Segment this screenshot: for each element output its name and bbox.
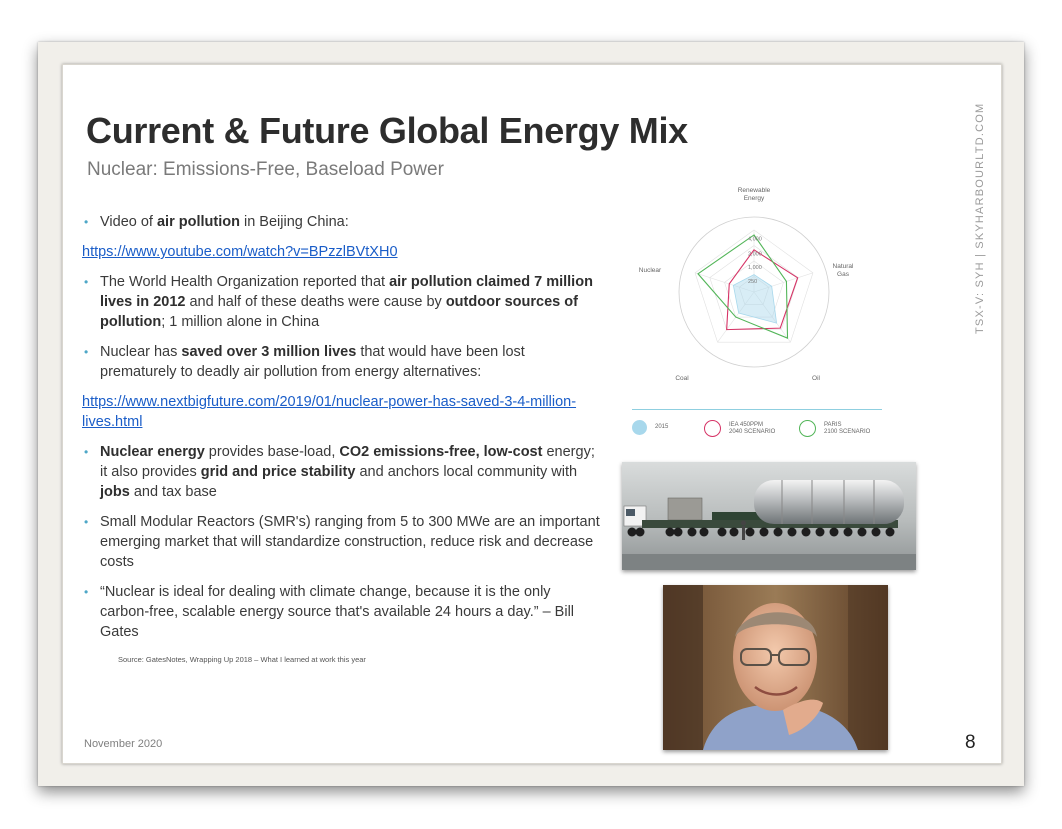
radar-axis-label: Renewable [738,187,771,194]
truck-wheel [871,527,881,537]
chart-legend: 2015 IEA 450PPM 2040 SCENARIO PARIS 2100 SCE… [632,409,882,446]
truck-wheel [665,527,675,537]
bullet-dot-icon: • [84,215,89,229]
truck-wheel [843,527,853,537]
nextbigfuture-link[interactable]: https://www.nextbigfuture.com/2019/01/nu… [82,392,602,432]
slide: Current & Future Global Energy Mix Nucle… [62,64,1002,764]
legend-label: PARIS 2100 SCENARIO [824,421,871,435]
legend-swatch-icon [704,420,721,437]
bullet-dot-icon: • [84,445,89,459]
truck-wheel [829,527,839,537]
radar-ring-label: 2,000 [748,252,762,258]
truck-wheel [773,527,783,537]
bullet-dot-icon: • [84,275,89,289]
bullet-lives-saved: • Nuclear has saved over 3 million lives… [84,344,525,380]
body-content: • Video of air pollution in Beijing Chin… [82,212,602,670]
truck-wheel [815,527,825,537]
picture-frame: Current & Future Global Energy Mix Nucle… [38,42,1024,786]
smr-transport-truck-image [622,462,916,570]
legend-item: IEA 450PPM 2040 SCENARIO [704,420,775,437]
bullet-gates-quote: • “Nuclear is ideal for dealing with cli… [84,584,575,640]
legend-label: IEA 450PPM 2040 SCENARIO [729,421,776,435]
bill-gates-photo [663,585,888,750]
radar-axis-label: Energy [744,195,765,202]
slide-title: Current & Future Global Energy Mix [86,110,688,151]
radar-axis-label: Gas [837,271,850,278]
truck-wheel [699,527,709,537]
truck-wheel [627,527,637,537]
slide-subtitle: Nuclear: Emissions-Free, Baseload Power [87,159,444,180]
truck-wheel [635,527,645,537]
side-ticker-text: TSX-V: SYH | SKYHARBOURLTD.COM [974,102,986,334]
legend-swatch-icon [632,420,647,435]
truck-wheel [729,527,739,537]
slide-date: November 2020 [84,738,163,750]
page-number: 8 [965,732,976,753]
bullet-dot-icon: • [84,515,89,529]
radar-ring-label: 1,000 [748,265,762,271]
truck-wheel [885,527,895,537]
truck-wheel [717,527,727,537]
truck-wheel [857,527,867,537]
radar-ring-label: 250 [748,279,757,285]
radar-ring-label: 4,000 [748,237,762,243]
legend-label: 2015 [655,424,669,430]
truck-wheel [687,527,697,537]
legend-item: 2015 [632,420,668,435]
bullet-dot-icon: • [84,345,89,359]
radar-axis-label: Nuclear [639,267,662,274]
truck-wheel [673,527,683,537]
radar-axis-label: Coal [675,375,689,382]
legend-item: PARIS 2100 SCENARIO [799,420,870,437]
energy-mix-radar-chart: 250 1,000 2,000 4,000 RenewableEnergy Natural… [639,187,855,382]
radar-axis-label: Oil [812,375,821,382]
bullet-who-report: • The World Health Organization reported… [84,274,593,330]
bullet-nuclear-energy: • Nuclear energy provides base-load, CO2… [84,444,595,500]
source-citation: Source: GatesNotes, Wrapping Up 2018 – W… [118,655,366,664]
truck-wheel [787,527,797,537]
bullet-smr: • Small Modular Reactors (SMR's) ranging… [84,514,600,570]
truck-wheel [745,527,755,537]
truck-wheel [801,527,811,537]
radar-axis-label: Natural [833,263,855,270]
truck-wheel [759,527,769,537]
legend-swatch-icon [799,420,816,437]
bullet-air-pollution-video: • Video of air pollution in Beijing Chin… [84,214,349,230]
bullet-dot-icon: • [84,585,89,599]
youtube-link[interactable]: https://www.youtube.com/watch?v=BPzzlBVt… [82,242,602,262]
